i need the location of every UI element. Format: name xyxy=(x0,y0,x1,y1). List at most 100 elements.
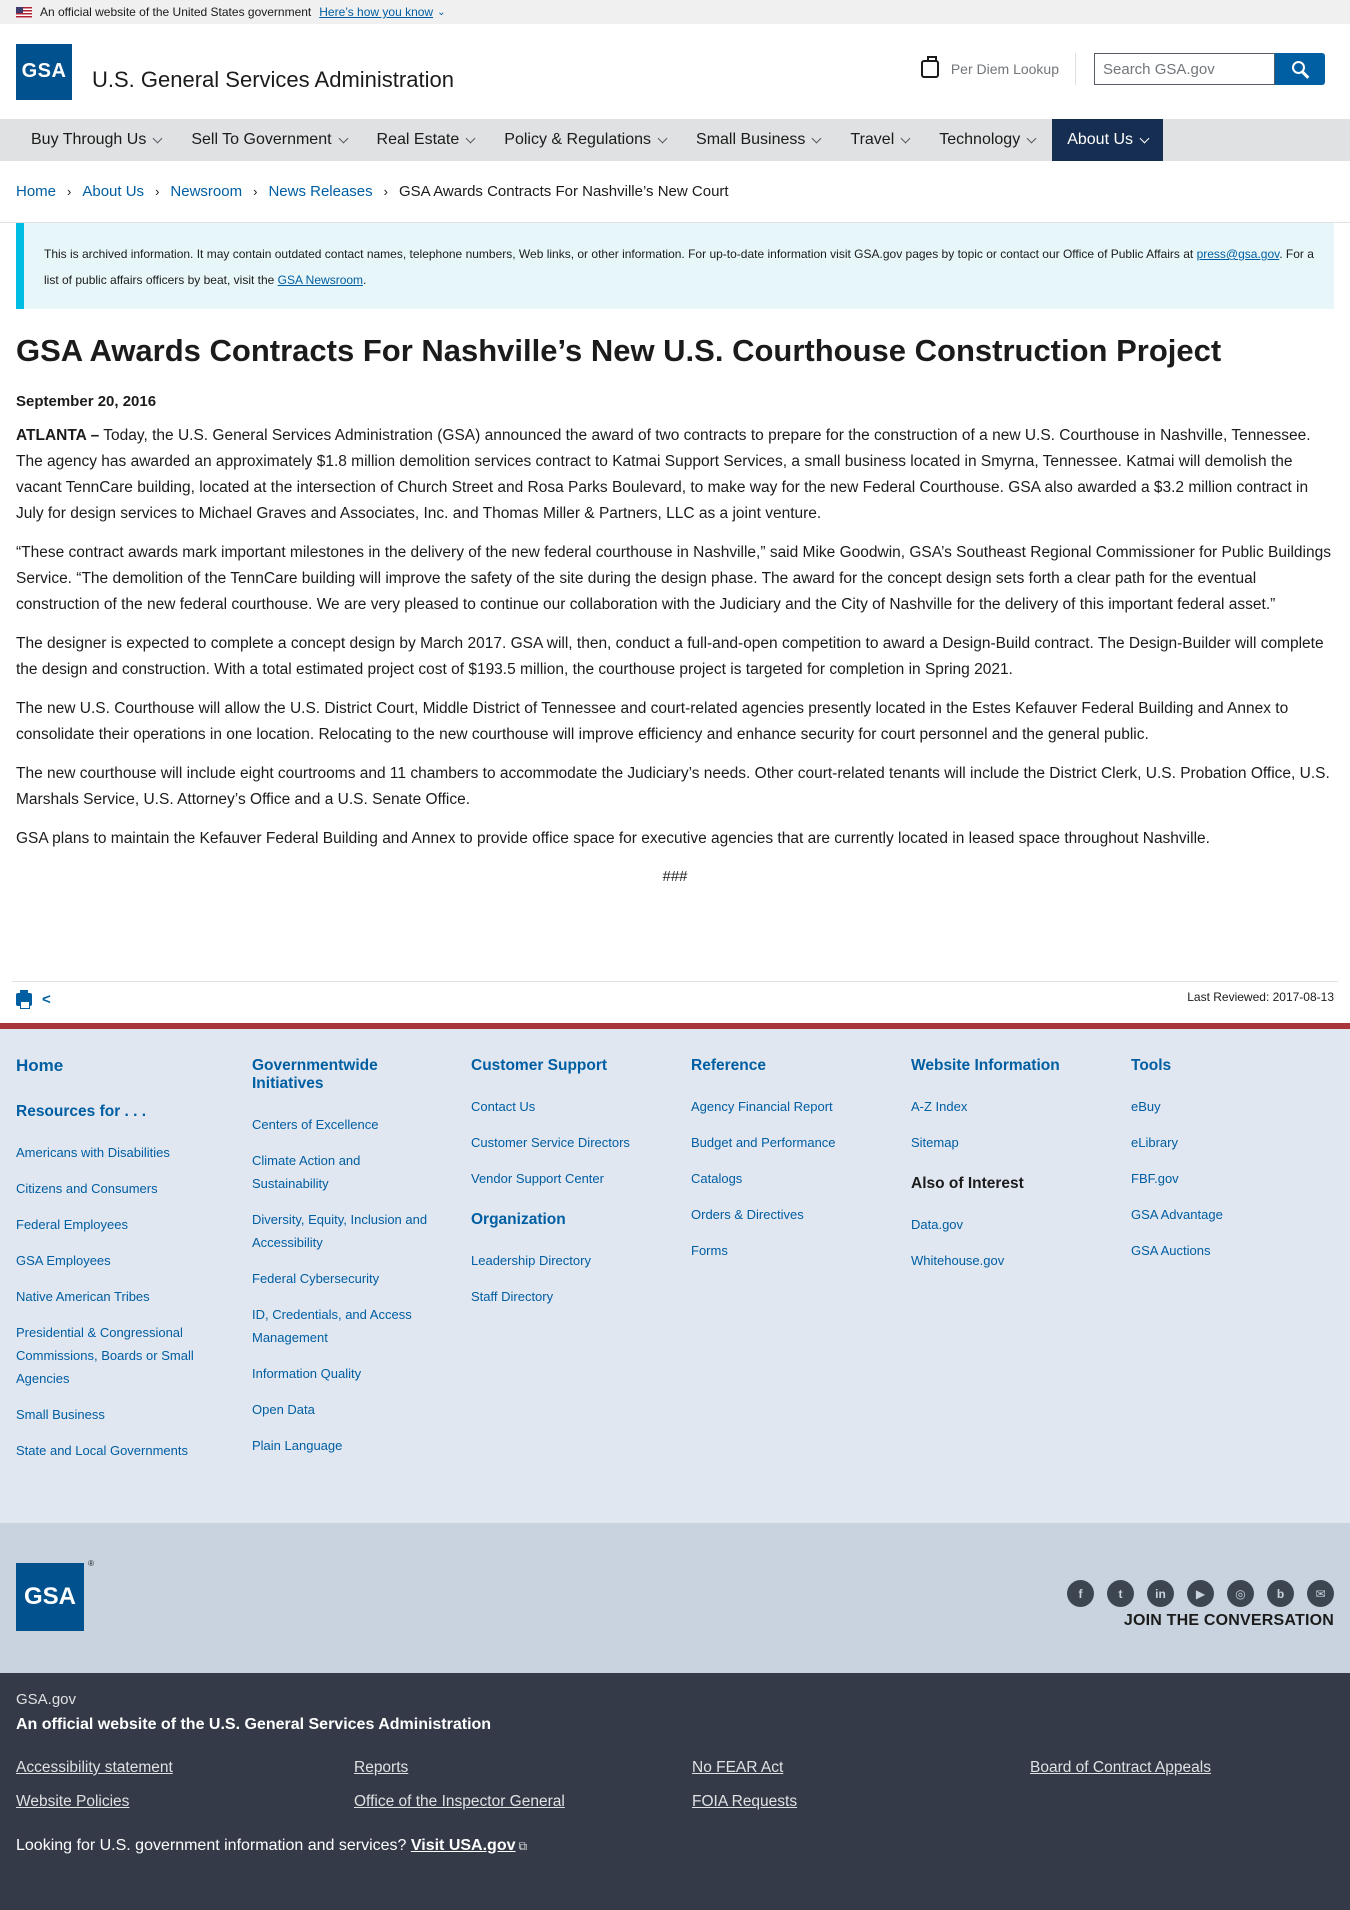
twitter-icon[interactable]: t xyxy=(1107,1580,1134,1607)
footer-link[interactable]: Federal Employees xyxy=(16,1213,252,1236)
chevron-down-icon xyxy=(900,133,911,143)
us-flag-icon xyxy=(16,6,32,18)
nav-item-sell-to-government[interactable]: Sell To Government xyxy=(176,119,361,161)
footer-resources-heading: Resources for . . . xyxy=(16,1103,147,1120)
chevron-down-icon xyxy=(465,133,476,143)
gsa-logo[interactable]: GSA xyxy=(16,43,72,100)
usagov-section: Looking for U.S. government information … xyxy=(16,1837,1334,1855)
footer-link[interactable]: ID, Credentials, and Access Management xyxy=(252,1303,432,1349)
footer-link[interactable]: A-Z Index xyxy=(911,1095,1131,1118)
footer-link[interactable]: Forms xyxy=(691,1239,911,1262)
footer-link[interactable]: Contact Us xyxy=(471,1095,691,1118)
footer-col-reference: Reference Agency Financial Report Budget… xyxy=(691,1057,911,1483)
chevron-down-icon: ⌄ xyxy=(437,6,446,18)
search-button[interactable] xyxy=(1275,53,1325,85)
foia-requests-link[interactable]: FOIA Requests xyxy=(692,1793,797,1810)
email-icon[interactable]: ✉ xyxy=(1307,1580,1334,1607)
breadcrumb-home[interactable]: Home xyxy=(16,183,56,200)
registered-mark: ® xyxy=(88,1559,94,1568)
breadcrumb-newsroom[interactable]: Newsroom xyxy=(170,183,242,200)
no-fear-act-link[interactable]: No FEAR Act xyxy=(692,1759,783,1776)
footer-link[interactable]: Open Data xyxy=(252,1398,471,1421)
footer-link[interactable]: Centers of Excellence xyxy=(252,1113,471,1136)
article: GSA Awards Contracts For Nashville’s New… xyxy=(0,332,1350,885)
linkedin-icon[interactable]: in xyxy=(1147,1580,1174,1607)
footer-home-link[interactable]: Home xyxy=(16,1057,252,1075)
footer-link[interactable]: Vendor Support Center xyxy=(471,1167,691,1190)
footer-link[interactable]: Americans with Disabilities xyxy=(16,1141,252,1164)
footer-website-info-heading: Website Information xyxy=(911,1057,1060,1074)
facebook-icon[interactable]: f xyxy=(1067,1580,1094,1607)
share-icon[interactable]: < xyxy=(42,991,51,1008)
chevron-down-icon xyxy=(338,133,348,143)
end-marker: ### xyxy=(662,868,688,885)
inspector-general-link[interactable]: Office of the Inspector General xyxy=(354,1793,565,1810)
footer-link[interactable]: Plain Language xyxy=(252,1434,471,1457)
footer-link[interactable]: GSA Auctions xyxy=(1131,1239,1311,1262)
footer-also-of-interest-heading: Also of Interest xyxy=(911,1175,1024,1192)
footer-link[interactable]: Federal Cybersecurity xyxy=(252,1267,471,1290)
footer-col-customer-support: Customer Support Contact Us Customer Ser… xyxy=(471,1057,691,1483)
footer-link[interactable]: Information Quality xyxy=(252,1362,471,1385)
footer-link[interactable]: Presidential & Congressional Commissions… xyxy=(16,1321,206,1390)
chevron-down-icon xyxy=(1139,133,1150,143)
nav-item-travel[interactable]: Travel xyxy=(835,119,924,161)
site-name[interactable]: U.S. General Services Administration xyxy=(92,67,454,93)
footer-link[interactable]: Agency Financial Report xyxy=(691,1095,911,1118)
footer-link[interactable]: Budget and Performance xyxy=(691,1131,911,1154)
footer-link[interactable]: Citizens and Consumers xyxy=(16,1177,252,1200)
footer-link[interactable]: FBF.gov xyxy=(1131,1167,1311,1190)
nav-item-policy-regulations[interactable]: Policy & Regulations xyxy=(489,119,681,161)
nav-item-small-business[interactable]: Small Business xyxy=(681,119,835,161)
gov-banner: An official website of the United States… xyxy=(0,0,1350,24)
gsa-newsroom-link[interactable]: GSA Newsroom xyxy=(278,273,363,287)
print-icon[interactable] xyxy=(16,990,32,1009)
footer-link[interactable]: State and Local Governments xyxy=(16,1439,252,1462)
footer-link[interactable]: eLibrary xyxy=(1131,1131,1311,1154)
footer-gsa-logo[interactable]: GSA ® xyxy=(16,1559,94,1631)
per-diem-lookup-link[interactable]: Per Diem Lookup xyxy=(920,53,1076,85)
nav-item-buy-through-us[interactable]: Buy Through Us xyxy=(16,119,176,161)
instagram-icon[interactable]: ◎ xyxy=(1227,1580,1254,1607)
accessibility-statement-link[interactable]: Accessibility statement xyxy=(16,1759,173,1776)
how-you-know-link[interactable]: Here’s how you know xyxy=(319,5,433,19)
reports-link[interactable]: Reports xyxy=(354,1759,408,1776)
footer-link[interactable]: GSA Employees xyxy=(16,1249,252,1272)
search-input[interactable]: Search GSA.gov xyxy=(1094,53,1275,85)
footer-link[interactable]: GSA Advantage xyxy=(1131,1203,1311,1226)
breadcrumb-about-us[interactable]: About Us xyxy=(82,183,144,200)
chevron-down-icon xyxy=(152,133,163,143)
footer-link[interactable]: Climate Action and Sustainability xyxy=(252,1149,392,1195)
nav-item-technology[interactable]: Technology xyxy=(924,119,1050,161)
gsa-gov-domain: GSA.gov xyxy=(16,1691,77,1708)
visit-usagov-link[interactable]: Visit USA.gov xyxy=(411,1837,516,1854)
board-of-contract-appeals-link[interactable]: Board of Contract Appeals xyxy=(1030,1759,1211,1776)
footer-link[interactable]: Customer Service Directors xyxy=(471,1131,691,1154)
footer-link[interactable]: Orders & Directives xyxy=(691,1203,911,1226)
nav-item-about-us[interactable]: About Us xyxy=(1052,119,1164,161)
last-reviewed: Last Reviewed: 2017-08-13 xyxy=(1187,989,1334,1004)
social-links: f t in ▶ ◎ b ✉ JOIN THE CONVERSATION xyxy=(1067,1580,1334,1673)
nav-item-real-estate[interactable]: Real Estate xyxy=(362,119,490,161)
footer-link[interactable]: Small Business xyxy=(16,1403,252,1426)
footer-initiatives-heading: Governmentwide Initiatives xyxy=(252,1057,378,1092)
blog-icon[interactable]: b xyxy=(1267,1580,1294,1607)
website-policies-link[interactable]: Website Policies xyxy=(16,1793,129,1810)
article-paragraph: The new courthouse will include eight co… xyxy=(16,765,1330,808)
footer-link[interactable]: Leadership Directory xyxy=(471,1249,691,1272)
footer-link[interactable]: Diversity, Equity, Inclusion and Accessi… xyxy=(252,1208,442,1254)
nav-label: Technology xyxy=(939,131,1021,148)
footer-link[interactable]: Data.gov xyxy=(911,1213,1131,1236)
footer-link[interactable]: Catalogs xyxy=(691,1167,911,1190)
youtube-icon[interactable]: ▶ xyxy=(1187,1580,1214,1607)
footer-link[interactable]: Sitemap xyxy=(911,1131,1131,1154)
breadcrumb-news-releases[interactable]: News Releases xyxy=(268,183,372,200)
footer-col-initiatives: Governmentwide Initiatives Centers of Ex… xyxy=(252,1057,471,1483)
footer-link[interactable]: Staff Directory xyxy=(471,1285,691,1308)
footer-link[interactable]: eBuy xyxy=(1131,1095,1311,1118)
footer-link[interactable]: Whitehouse.gov xyxy=(911,1249,1131,1272)
press-email-link[interactable]: press@gsa.gov xyxy=(1197,247,1280,261)
breadcrumb: Home › About Us › Newsroom › News Releas… xyxy=(0,161,1350,223)
article-date: September 20, 2016 xyxy=(16,393,157,410)
footer-link[interactable]: Native American Tribes xyxy=(16,1285,252,1308)
